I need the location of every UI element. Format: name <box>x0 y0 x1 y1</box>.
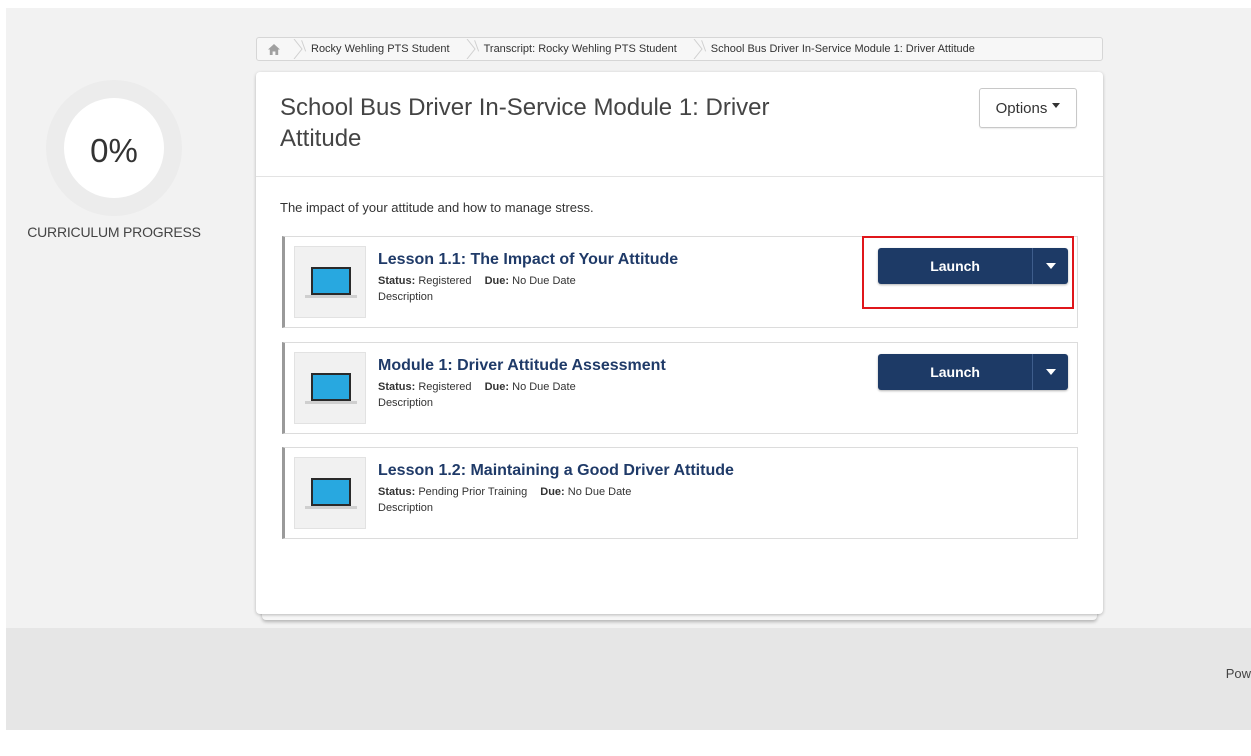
progress-value: 0% <box>64 98 164 198</box>
due-value: No Due Date <box>512 275 576 287</box>
launch-button-group: Launch <box>878 354 1068 390</box>
due-value: No Due Date <box>567 486 632 498</box>
lesson-description: Description <box>378 502 434 514</box>
caret-down-icon <box>1052 102 1061 108</box>
lesson-title[interactable]: Lesson 1.2: Maintaining a Good Driver At… <box>378 462 734 480</box>
curriculum-progress-ring: 0% <box>46 80 182 216</box>
status-label: Status: <box>378 275 416 287</box>
due-value: No Due Date <box>512 381 576 393</box>
breadcrumb-label: Transcript: Rocky Wehling PTS Student <box>483 43 677 55</box>
options-label: Options <box>995 99 1048 117</box>
caret-down-icon <box>1045 369 1056 375</box>
status-label: Status: <box>378 381 416 393</box>
lesson-meta: Status: Registered Due: No Due Date <box>378 381 576 393</box>
footer-text: Pow <box>1225 666 1251 681</box>
footer: Pow <box>6 628 1251 730</box>
header-divider <box>256 176 1103 177</box>
highlight-box <box>862 236 1074 309</box>
progress-label: CURRICULUM PROGRESS <box>27 224 201 240</box>
lesson-meta: Status: Pending Prior Training Due: No D… <box>378 486 631 498</box>
lesson-thumbnail <box>294 246 366 318</box>
lesson-row: Module 1: Driver Attitude Assessment Sta… <box>282 342 1078 434</box>
curriculum-description: The impact of your attitude and how to m… <box>280 200 594 215</box>
due-label: Due: <box>540 486 565 498</box>
status-value: Registered <box>418 275 472 287</box>
home-icon[interactable] <box>257 43 291 55</box>
curriculum-card: School Bus Driver In-Service Module 1: D… <box>256 72 1103 614</box>
page-title: School Bus Driver In-Service Module 1: D… <box>280 94 770 152</box>
breadcrumb: Rocky Wehling PTS Student Transcript: Ro… <box>256 37 1103 61</box>
lesson-thumbnail <box>294 457 366 529</box>
due-label: Due: <box>484 275 510 287</box>
lesson-title[interactable]: Lesson 1.1: The Impact of Your Attitude <box>378 251 678 269</box>
launch-options-toggle[interactable] <box>1032 354 1068 390</box>
lesson-description: Description <box>378 291 434 303</box>
status-value: Registered <box>418 381 472 393</box>
breadcrumb-item-current: School Bus Driver In-Service Module 1: D… <box>691 39 989 59</box>
breadcrumb-item-student[interactable]: Rocky Wehling PTS Student <box>291 39 464 59</box>
lesson-thumbnail <box>294 352 366 424</box>
laptop-icon <box>305 267 357 298</box>
options-button[interactable]: Options <box>979 88 1077 128</box>
breadcrumb-label: School Bus Driver In-Service Module 1: D… <box>710 43 975 55</box>
launch-button[interactable]: Launch <box>878 354 1032 390</box>
lesson-title[interactable]: Module 1: Driver Attitude Assessment <box>378 357 666 375</box>
laptop-icon <box>305 373 357 404</box>
lesson-row: Lesson 1.2: Maintaining a Good Driver At… <box>282 447 1078 539</box>
breadcrumb-item-transcript[interactable]: Transcript: Rocky Wehling PTS Student <box>464 39 691 59</box>
status-label: Status: <box>378 486 416 498</box>
lesson-meta: Status: Registered Due: No Due Date <box>378 275 576 287</box>
lesson-description: Description <box>378 397 434 409</box>
breadcrumb-label: Rocky Wehling PTS Student <box>311 43 450 55</box>
laptop-icon <box>305 478 357 509</box>
status-value: Pending Prior Training <box>418 486 528 498</box>
due-label: Due: <box>484 381 510 393</box>
